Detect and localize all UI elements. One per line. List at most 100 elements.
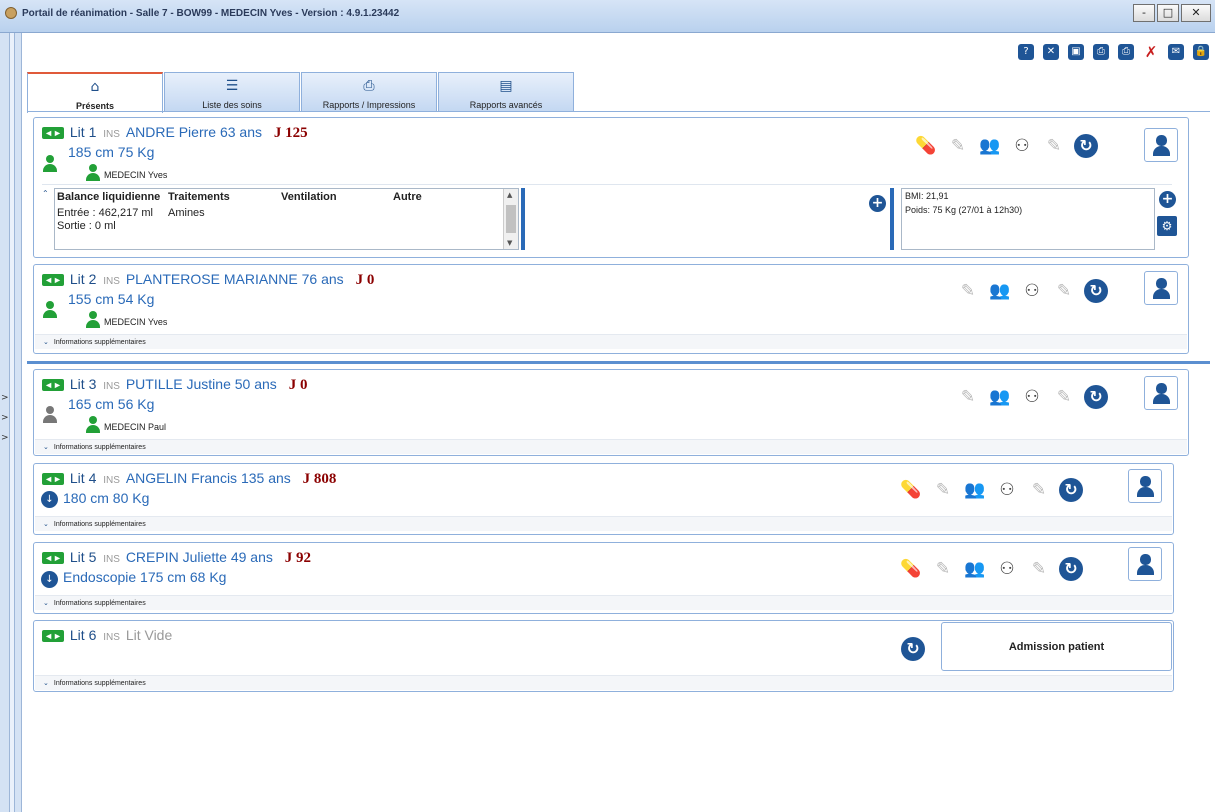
window-title: Portail de réanimation - Salle 7 - BOW99… bbox=[22, 8, 400, 19]
team-icon[interactable]: ⚇ bbox=[1010, 134, 1034, 158]
mail-icon[interactable]: ✉ bbox=[1168, 44, 1184, 60]
sspi-icon[interactable]: ✎ bbox=[931, 557, 955, 581]
tab-rapports-avances[interactable]: ▤ Rapports avancés bbox=[438, 72, 574, 112]
sspi-icon[interactable]: ✎ bbox=[946, 134, 970, 158]
tab-divider bbox=[27, 111, 1210, 112]
vpa-icon[interactable]: ✎ bbox=[1027, 557, 1051, 581]
collapse-icon[interactable]: ⌃ bbox=[42, 189, 49, 198]
ins-label: INS bbox=[103, 276, 120, 287]
doctor-add-icon bbox=[1137, 554, 1154, 575]
bed-header: ◄► Lit 4 INS ANGELIN Francis 135 ans J 8… bbox=[42, 470, 336, 488]
infos-supplementaires[interactable]: ⌄ Informations supplémentaires bbox=[35, 675, 1172, 690]
infos-supplementaires[interactable]: ⌄ Informations supplémentaires bbox=[35, 439, 1187, 454]
maximize-button[interactable]: □ bbox=[1157, 4, 1179, 22]
group-separator bbox=[27, 361, 1210, 364]
bed-actions: 💊 ✎ 👥 ⚇ ✎ ↻ bbox=[914, 134, 1098, 158]
doctor-assign-button[interactable] bbox=[1128, 547, 1162, 581]
tab-presents[interactable]: ⌂ Présents bbox=[27, 72, 163, 113]
vpa-icon[interactable]: ✎ bbox=[1052, 385, 1076, 409]
separator bbox=[890, 188, 894, 250]
table-scrollbar[interactable]: ▲ ▼ bbox=[503, 189, 518, 249]
doctor-assign-button[interactable] bbox=[1144, 128, 1178, 162]
refresh-icon[interactable]: ↻ bbox=[1084, 385, 1108, 409]
prescription-icon[interactable]: 💊 bbox=[899, 557, 923, 581]
no-pen-icon[interactable]: ✗ bbox=[1143, 44, 1159, 60]
expand-arrow-3[interactable]: > bbox=[1, 433, 9, 443]
stay-day: J 92 bbox=[284, 550, 312, 566]
team-icon[interactable]: ⚇ bbox=[1020, 279, 1044, 303]
patient-name[interactable]: PUTILLE Justine 50 ans bbox=[126, 376, 277, 392]
sspi-icon[interactable]: ✎ bbox=[956, 279, 980, 303]
visitors-icon[interactable]: 👥 bbox=[963, 557, 987, 581]
patient-name[interactable]: ANDRE Pierre 63 ans bbox=[126, 124, 262, 140]
prescription-icon[interactable]: 💊 bbox=[914, 134, 938, 158]
sspi-icon[interactable]: ✎ bbox=[956, 385, 980, 409]
tab-liste-des-soins[interactable]: ☰ Liste des soins bbox=[164, 72, 300, 112]
bed-header: ◄► Lit 1 INS ANDRE Pierre 63 ans J 125 bbox=[42, 124, 308, 142]
splitter[interactable] bbox=[9, 33, 15, 812]
infos-supplementaires[interactable]: ⌄ Informations supplémentaires bbox=[35, 595, 1172, 610]
help-icon[interactable]: ? bbox=[1018, 44, 1034, 60]
admission-patient-button[interactable]: Admission patient bbox=[941, 622, 1172, 671]
down-arrow-icon[interactable]: ↓ bbox=[41, 571, 58, 588]
stay-day: J 0 bbox=[288, 377, 308, 393]
infos-supplementaires[interactable]: ⌄ Informations supplémentaires bbox=[35, 334, 1187, 349]
doctor-icon bbox=[86, 416, 100, 434]
bed-tag-icon: ◄► bbox=[42, 552, 64, 564]
visitors-icon[interactable]: 👥 bbox=[978, 134, 1002, 158]
refresh-icon[interactable]: ↻ bbox=[1059, 557, 1083, 581]
sspi-icon[interactable]: ✎ bbox=[931, 478, 955, 502]
close-window-icon[interactable]: ✕ bbox=[1043, 44, 1059, 60]
bed-tag-icon: ◄► bbox=[42, 274, 64, 286]
add-icon[interactable]: + bbox=[869, 195, 886, 212]
vpa-icon[interactable]: ✎ bbox=[1027, 478, 1051, 502]
close-button[interactable]: ✕ bbox=[1181, 4, 1211, 22]
team-icon[interactable]: ⚇ bbox=[995, 557, 1019, 581]
infos-supplementaires[interactable]: ⌄ Informations supplémentaires bbox=[35, 516, 1172, 531]
bed-number: Lit 3 bbox=[69, 376, 97, 392]
bed-actions: 💊 ✎ 👥 ⚇ ✎ ↻ bbox=[899, 478, 1083, 502]
bed-header: ◄► Lit 3 INS PUTILLE Justine 50 ans J 0 bbox=[42, 376, 307, 394]
entree-value: Entrée : 462,217 ml bbox=[57, 207, 154, 219]
top-toolbar: ? ✕ ▣ ⎙ ⎙ ✗ ✉ 🔒 bbox=[1018, 44, 1209, 60]
visitors-icon[interactable]: 👥 bbox=[963, 478, 987, 502]
printer-icon: ⎙ bbox=[363, 78, 375, 94]
print-patient-icon[interactable]: ⎙ bbox=[1118, 44, 1134, 60]
down-arrow-icon[interactable]: ↓ bbox=[41, 491, 58, 508]
expand-icon: ⌄ bbox=[43, 443, 49, 451]
add-weight-icon[interactable]: + bbox=[1159, 191, 1176, 208]
minimize-button[interactable]: - bbox=[1133, 4, 1155, 22]
team-icon[interactable]: ⚇ bbox=[995, 478, 1019, 502]
print-label-icon[interactable]: ⎙ bbox=[1093, 44, 1109, 60]
screen-icon[interactable]: ▣ bbox=[1068, 44, 1084, 60]
tab-label: Présents bbox=[75, 101, 115, 111]
expand-arrow-2[interactable]: > bbox=[1, 413, 9, 423]
doctor-name: MEDECIN Yves bbox=[104, 317, 168, 327]
empty-bed-label: Lit Vide bbox=[125, 627, 173, 643]
visitors-icon[interactable]: 👥 bbox=[988, 385, 1012, 409]
doctor-assign-button[interactable] bbox=[1144, 376, 1178, 410]
doctor-assign-button[interactable] bbox=[1128, 469, 1162, 503]
refresh-icon[interactable]: ↻ bbox=[901, 637, 925, 661]
lock-icon[interactable]: 🔒 bbox=[1193, 44, 1209, 60]
refresh-icon[interactable]: ↻ bbox=[1084, 279, 1108, 303]
tab-rapports-impressions[interactable]: ⎙ Rapports / Impressions bbox=[301, 72, 437, 112]
ins-label: INS bbox=[103, 554, 120, 565]
visitors-icon[interactable]: 👥 bbox=[988, 279, 1012, 303]
bed-card-2: ◄► Lit 2 INS PLANTEROSE MARIANNE 76 ans … bbox=[33, 264, 1189, 354]
patient-name[interactable]: CREPIN Juliette 49 ans bbox=[126, 549, 273, 565]
vpa-icon[interactable]: ✎ bbox=[1042, 134, 1066, 158]
expand-arrow-1[interactable]: > bbox=[1, 393, 9, 403]
refresh-icon[interactable]: ↻ bbox=[1059, 478, 1083, 502]
vpa-icon[interactable]: ✎ bbox=[1052, 279, 1076, 303]
doctor-name: MEDECIN Paul bbox=[104, 422, 167, 432]
expand-icon: ⌄ bbox=[43, 599, 49, 607]
refresh-icon[interactable]: ↻ bbox=[1074, 134, 1098, 158]
team-icon[interactable]: ⚇ bbox=[1020, 385, 1044, 409]
settings-icon[interactable]: ⚙ bbox=[1157, 216, 1177, 236]
prescription-icon[interactable]: 💊 bbox=[899, 478, 923, 502]
patient-name[interactable]: ANGELIN Francis 135 ans bbox=[126, 470, 291, 486]
patient-name[interactable]: PLANTEROSE MARIANNE 76 ans bbox=[126, 271, 344, 287]
doctor-assign-button[interactable] bbox=[1144, 271, 1178, 305]
expand-icon: ⌄ bbox=[43, 338, 49, 346]
